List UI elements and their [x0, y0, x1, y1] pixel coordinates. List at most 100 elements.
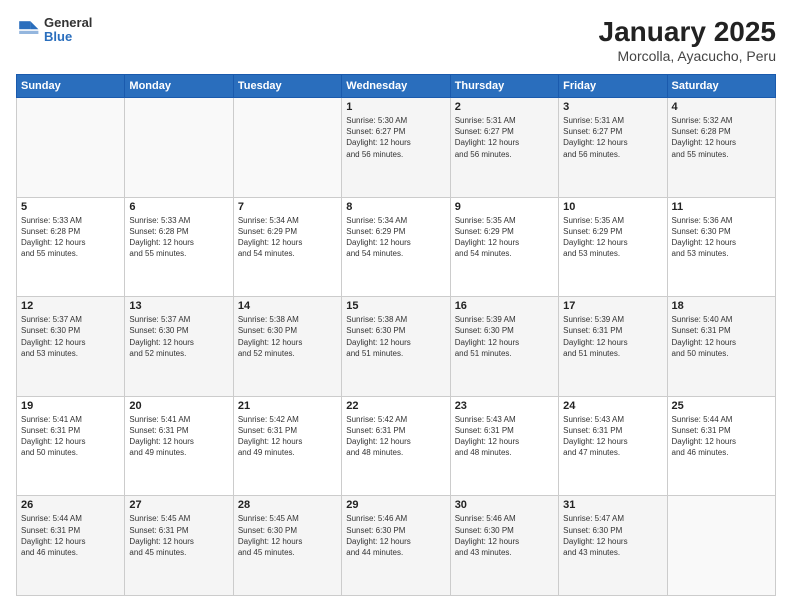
cell-w1-d5: 2Sunrise: 5:31 AM Sunset: 6:27 PM Daylig… — [450, 98, 558, 198]
logo-icon — [16, 18, 40, 42]
week-row-2: 5Sunrise: 5:33 AM Sunset: 6:28 PM Daylig… — [17, 197, 776, 297]
day-number: 3 — [563, 101, 662, 113]
day-number: 6 — [129, 201, 228, 213]
day-number: 27 — [129, 499, 228, 511]
day-number: 13 — [129, 300, 228, 312]
header-row: Sunday Monday Tuesday Wednesday Thursday… — [17, 75, 776, 98]
day-info: Sunrise: 5:34 AM Sunset: 6:29 PM Dayligh… — [346, 215, 445, 260]
cell-w3-d1: 12 Sunrise: 5:37 AM Sunset: 6:30 PM Dayli… — [17, 297, 125, 397]
day-info: Sunrise: 5:41 AM Sunset: 6:31 PM Dayligh… — [129, 414, 228, 459]
day-number: 11 — [672, 201, 771, 213]
cell-w4-d4: 22 Sunrise: 5:42 AM Sunset: 6:31 PM Dayli… — [342, 396, 450, 496]
cell-w3-d4: 15 Sunrise: 5:38 AM Sunset: 6:30 PM Dayli… — [342, 297, 450, 397]
cell-w4-d7: 25 Sunrise: 5:44 AM Sunset: 6:31 PM Dayli… — [667, 396, 775, 496]
cell-w4-d1: 19Sunrise: 5:41 AM Sunset: 6:31 PM Dayli… — [17, 396, 125, 496]
day-number: 15 — [346, 300, 445, 312]
col-thursday: Thursday — [450, 75, 558, 98]
col-sunday: Sunday — [17, 75, 125, 98]
day-number: 23 — [455, 400, 554, 412]
cell-w1-d6: 3 Sunrise: 5:31 AM Sunset: 6:27 PM Daylig… — [559, 98, 667, 198]
day-info: Sunrise: 5:34 AM Sunset: 6:29 PM Dayligh… — [238, 215, 337, 260]
cell-w5-d1: 26Sunrise: 5:44 AM Sunset: 6:31 PM Dayli… — [17, 496, 125, 596]
day-info: Sunrise: 5:43 AM Sunset: 6:31 PM Dayligh… — [563, 414, 662, 459]
day-info: Sunrise: 5:40 AM Sunset: 6:31 PM Dayligh… — [672, 314, 771, 359]
day-number: 18 — [672, 300, 771, 312]
col-monday: Monday — [125, 75, 233, 98]
day-number: 22 — [346, 400, 445, 412]
calendar-table: Sunday Monday Tuesday Wednesday Thursday… — [16, 74, 776, 596]
day-info: Sunrise: 5:46 AM Sunset: 6:30 PM Dayligh… — [346, 513, 445, 558]
day-number: 1 — [346, 101, 445, 113]
logo: General Blue — [16, 16, 92, 45]
logo-text: General Blue — [44, 16, 92, 45]
cell-w1-d2 — [125, 98, 233, 198]
cell-w2-d5: 9Sunrise: 5:35 AM Sunset: 6:29 PM Daylig… — [450, 197, 558, 297]
day-info: Sunrise: 5:38 AM Sunset: 6:30 PM Dayligh… — [346, 314, 445, 359]
day-info: Sunrise: 5:36 AM Sunset: 6:30 PM Dayligh… — [672, 215, 771, 260]
cell-w2-d3: 7 Sunrise: 5:34 AM Sunset: 6:29 PM Daylig… — [233, 197, 341, 297]
cell-w3-d3: 14 Sunrise: 5:38 AM Sunset: 6:30 PM Dayli… — [233, 297, 341, 397]
week-row-1: 1 Sunrise: 5:30 AM Sunset: 6:27 PM Daylig… — [17, 98, 776, 198]
day-number: 30 — [455, 499, 554, 511]
day-info: Sunrise: 5:45 AM Sunset: 6:30 PM Dayligh… — [238, 513, 337, 558]
cell-w2-d7: 11 Sunrise: 5:36 AM Sunset: 6:30 PM Dayli… — [667, 197, 775, 297]
day-number: 2 — [455, 101, 554, 113]
day-number: 7 — [238, 201, 337, 213]
day-number: 28 — [238, 499, 337, 511]
cell-w5-d2: 27 Sunrise: 5:45 AM Sunset: 6:31 PM Dayli… — [125, 496, 233, 596]
calendar-subtitle: Morcolla, Ayacucho, Peru — [599, 48, 776, 64]
day-info: Sunrise: 5:30 AM Sunset: 6:27 PM Dayligh… — [346, 115, 445, 160]
col-friday: Friday — [559, 75, 667, 98]
cell-w1-d4: 1 Sunrise: 5:30 AM Sunset: 6:27 PM Daylig… — [342, 98, 450, 198]
cell-w2-d1: 5Sunrise: 5:33 AM Sunset: 6:28 PM Daylig… — [17, 197, 125, 297]
day-number: 20 — [129, 400, 228, 412]
cell-w5-d5: 30Sunrise: 5:46 AM Sunset: 6:30 PM Dayli… — [450, 496, 558, 596]
cell-w3-d5: 16Sunrise: 5:39 AM Sunset: 6:30 PM Dayli… — [450, 297, 558, 397]
cell-w4-d5: 23 Sunrise: 5:43 AM Sunset: 6:31 PM Dayli… — [450, 396, 558, 496]
day-info: Sunrise: 5:38 AM Sunset: 6:30 PM Dayligh… — [238, 314, 337, 359]
day-info: Sunrise: 5:37 AM Sunset: 6:30 PM Dayligh… — [129, 314, 228, 359]
day-info: Sunrise: 5:37 AM Sunset: 6:30 PM Dayligh… — [21, 314, 120, 359]
cell-w3-d2: 13 Sunrise: 5:37 AM Sunset: 6:30 PM Dayli… — [125, 297, 233, 397]
cell-w2-d6: 10 Sunrise: 5:35 AM Sunset: 6:29 PM Dayli… — [559, 197, 667, 297]
cell-w5-d6: 31Sunrise: 5:47 AM Sunset: 6:30 PM Dayli… — [559, 496, 667, 596]
day-number: 17 — [563, 300, 662, 312]
logo-line2: Blue — [44, 30, 92, 44]
day-number: 16 — [455, 300, 554, 312]
day-info: Sunrise: 5:42 AM Sunset: 6:31 PM Dayligh… — [346, 414, 445, 459]
title-block: January 2025 Morcolla, Ayacucho, Peru — [599, 16, 776, 64]
cell-w5-d4: 29 Sunrise: 5:46 AM Sunset: 6:30 PM Dayli… — [342, 496, 450, 596]
col-tuesday: Tuesday — [233, 75, 341, 98]
day-info: Sunrise: 5:31 AM Sunset: 6:27 PM Dayligh… — [563, 115, 662, 160]
day-number: 29 — [346, 499, 445, 511]
day-number: 10 — [563, 201, 662, 213]
day-number: 12 — [21, 300, 120, 312]
day-number: 25 — [672, 400, 771, 412]
cell-w4-d2: 20 Sunrise: 5:41 AM Sunset: 6:31 PM Dayli… — [125, 396, 233, 496]
day-info: Sunrise: 5:32 AM Sunset: 6:28 PM Dayligh… — [672, 115, 771, 160]
day-info: Sunrise: 5:44 AM Sunset: 6:31 PM Dayligh… — [21, 513, 120, 558]
day-info: Sunrise: 5:45 AM Sunset: 6:31 PM Dayligh… — [129, 513, 228, 558]
day-number: 19 — [21, 400, 120, 412]
day-number: 24 — [563, 400, 662, 412]
day-info: Sunrise: 5:33 AM Sunset: 6:28 PM Dayligh… — [129, 215, 228, 260]
page: General Blue January 2025 Morcolla, Ayac… — [0, 0, 792, 612]
cell-w3-d7: 18 Sunrise: 5:40 AM Sunset: 6:31 PM Dayli… — [667, 297, 775, 397]
day-number: 14 — [238, 300, 337, 312]
cell-w2-d4: 8Sunrise: 5:34 AM Sunset: 6:29 PM Daylig… — [342, 197, 450, 297]
day-info: Sunrise: 5:43 AM Sunset: 6:31 PM Dayligh… — [455, 414, 554, 459]
cell-w2-d2: 6 Sunrise: 5:33 AM Sunset: 6:28 PM Daylig… — [125, 197, 233, 297]
day-info: Sunrise: 5:35 AM Sunset: 6:29 PM Dayligh… — [563, 215, 662, 260]
day-info: Sunrise: 5:44 AM Sunset: 6:31 PM Dayligh… — [672, 414, 771, 459]
cell-w4-d3: 21Sunrise: 5:42 AM Sunset: 6:31 PM Dayli… — [233, 396, 341, 496]
logo-line1: General — [44, 16, 92, 30]
day-info: Sunrise: 5:42 AM Sunset: 6:31 PM Dayligh… — [238, 414, 337, 459]
week-row-3: 12 Sunrise: 5:37 AM Sunset: 6:30 PM Dayli… — [17, 297, 776, 397]
day-info: Sunrise: 5:39 AM Sunset: 6:31 PM Dayligh… — [563, 314, 662, 359]
cell-w5-d3: 28 Sunrise: 5:45 AM Sunset: 6:30 PM Dayli… — [233, 496, 341, 596]
week-row-4: 19 Sunrise: 5:41 AM Sunset: 6:31 PM Dayli… — [17, 396, 776, 496]
day-number: 9 — [455, 201, 554, 213]
cell-w1-d3 — [233, 98, 341, 198]
cell-w5-d7 — [667, 496, 775, 596]
cell-w4-d6: 24 Sunrise: 5:43 AM Sunset: 6:31 PM Dayli… — [559, 396, 667, 496]
